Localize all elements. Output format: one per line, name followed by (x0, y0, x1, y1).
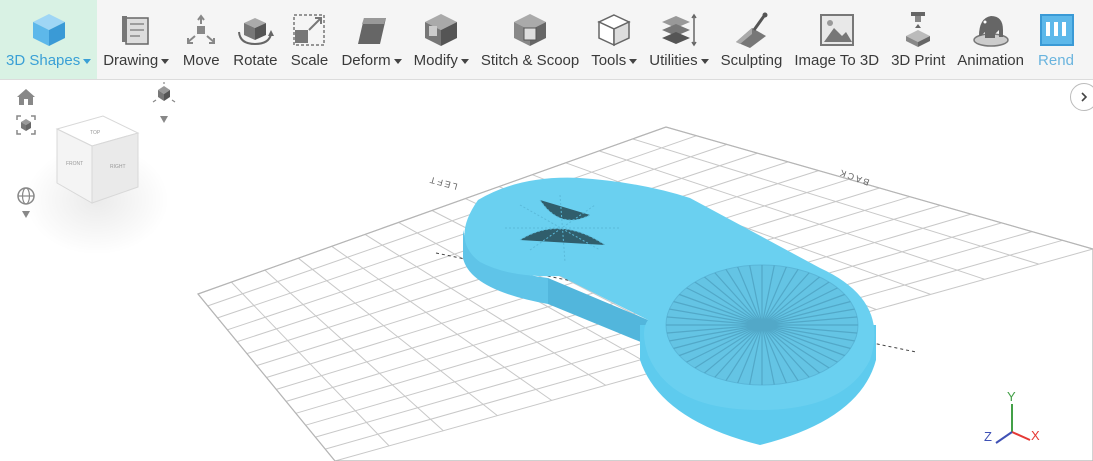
grid-label-left: LEFT (427, 174, 459, 191)
tool-label: Rotate (233, 52, 278, 69)
tool-label: Scale (290, 52, 329, 69)
tool-image-to-3d[interactable]: Image To 3D (788, 0, 885, 79)
stitch-scoop-icon (510, 0, 550, 52)
deform-icon (352, 0, 392, 52)
axis-gizmo: Y X Z (984, 389, 1040, 444)
sculpting-icon (731, 0, 771, 52)
3d-print-icon (898, 0, 938, 52)
axis-z-label: Z (984, 429, 992, 444)
view-cube-right-label: RIGHT (110, 164, 126, 170)
scale-icon (289, 0, 329, 52)
tool-label: Sculpting (720, 52, 783, 69)
drawing-icon (116, 0, 156, 52)
tool-label: Stitch & Scoop (480, 52, 580, 69)
animation-icon (971, 0, 1011, 52)
tool-utilities[interactable]: Utilities (643, 0, 714, 79)
chevron-down-icon (460, 59, 469, 64)
fit-view-icon[interactable] (16, 115, 36, 135)
cube-icon (29, 0, 69, 52)
utilities-icon (659, 0, 699, 52)
tool-label: Rend (1038, 52, 1074, 69)
chevron-down-icon (629, 59, 638, 64)
view-mode-icon[interactable] (152, 82, 176, 123)
move-icon (181, 0, 221, 52)
tool-label: Drawing (103, 52, 159, 69)
tool-move[interactable]: Move (175, 0, 227, 79)
3d-model[interactable] (463, 177, 876, 445)
tool-label: Animation (957, 52, 1024, 69)
tool-drawing[interactable]: Drawing (97, 0, 175, 79)
tool-label: Deform (341, 52, 391, 69)
chevron-down-icon (161, 59, 170, 64)
tool-label: Tools (591, 52, 627, 69)
render-icon (1036, 0, 1076, 52)
image-to-3d-icon (817, 0, 857, 52)
tool-deform[interactable]: Deform (335, 0, 407, 79)
tool-label: Image To 3D (794, 52, 880, 69)
view-cube[interactable]: TOP FRONT RIGHT (25, 115, 169, 255)
chevron-down-icon (83, 59, 92, 64)
tool-rotate[interactable]: Rotate (227, 0, 283, 79)
view-cube-top-label: TOP (90, 130, 101, 136)
chevron-right-icon (1081, 92, 1088, 102)
scene-canvas[interactable]: LEFT BACK Y X Z TOP FRONT RIGHT (0, 81, 1093, 461)
tool-scale[interactable]: Scale (283, 0, 335, 79)
modify-icon (421, 0, 461, 52)
tool-tools[interactable]: Tools (585, 0, 643, 79)
chevron-down-icon (700, 59, 709, 64)
tool-3d-shapes[interactable]: 3D Shapes (0, 0, 98, 79)
tool-render[interactable]: Rend (1030, 0, 1082, 79)
tool-3d-print[interactable]: 3D Print (885, 0, 951, 79)
3d-viewport[interactable]: LEFT BACK Y X Z TOP FRONT RIGHT (0, 81, 1093, 461)
tool-label: 3D Print (891, 52, 946, 69)
collapse-panel-button[interactable] (1070, 83, 1093, 111)
tool-sculpting[interactable]: Sculpting (715, 0, 789, 79)
axis-y-label: Y (1007, 389, 1016, 404)
tool-label: Move (182, 52, 220, 69)
tool-animation[interactable]: Animation (951, 0, 1030, 79)
tools-icon (594, 0, 634, 52)
axis-x-label: X (1031, 428, 1040, 443)
view-cube-front-label: FRONT (66, 161, 83, 167)
tool-label: 3D Shapes (6, 52, 81, 69)
app-window: 3D Shapes Drawing Move Rotate Scale Defo… (0, 0, 1093, 461)
tool-modify[interactable]: Modify (408, 0, 475, 79)
tool-label: Utilities (649, 52, 698, 69)
grid-label-back: BACK (837, 167, 871, 188)
main-toolbar: 3D Shapes Drawing Move Rotate Scale Defo… (0, 0, 1093, 80)
home-view-icon[interactable] (17, 89, 35, 105)
chevron-down-icon (393, 59, 402, 64)
chevron-down-icon (160, 116, 168, 123)
tool-stitch-scoop[interactable]: Stitch & Scoop (475, 0, 585, 79)
rotate-icon (235, 0, 275, 52)
tool-label: Modify (413, 52, 458, 69)
